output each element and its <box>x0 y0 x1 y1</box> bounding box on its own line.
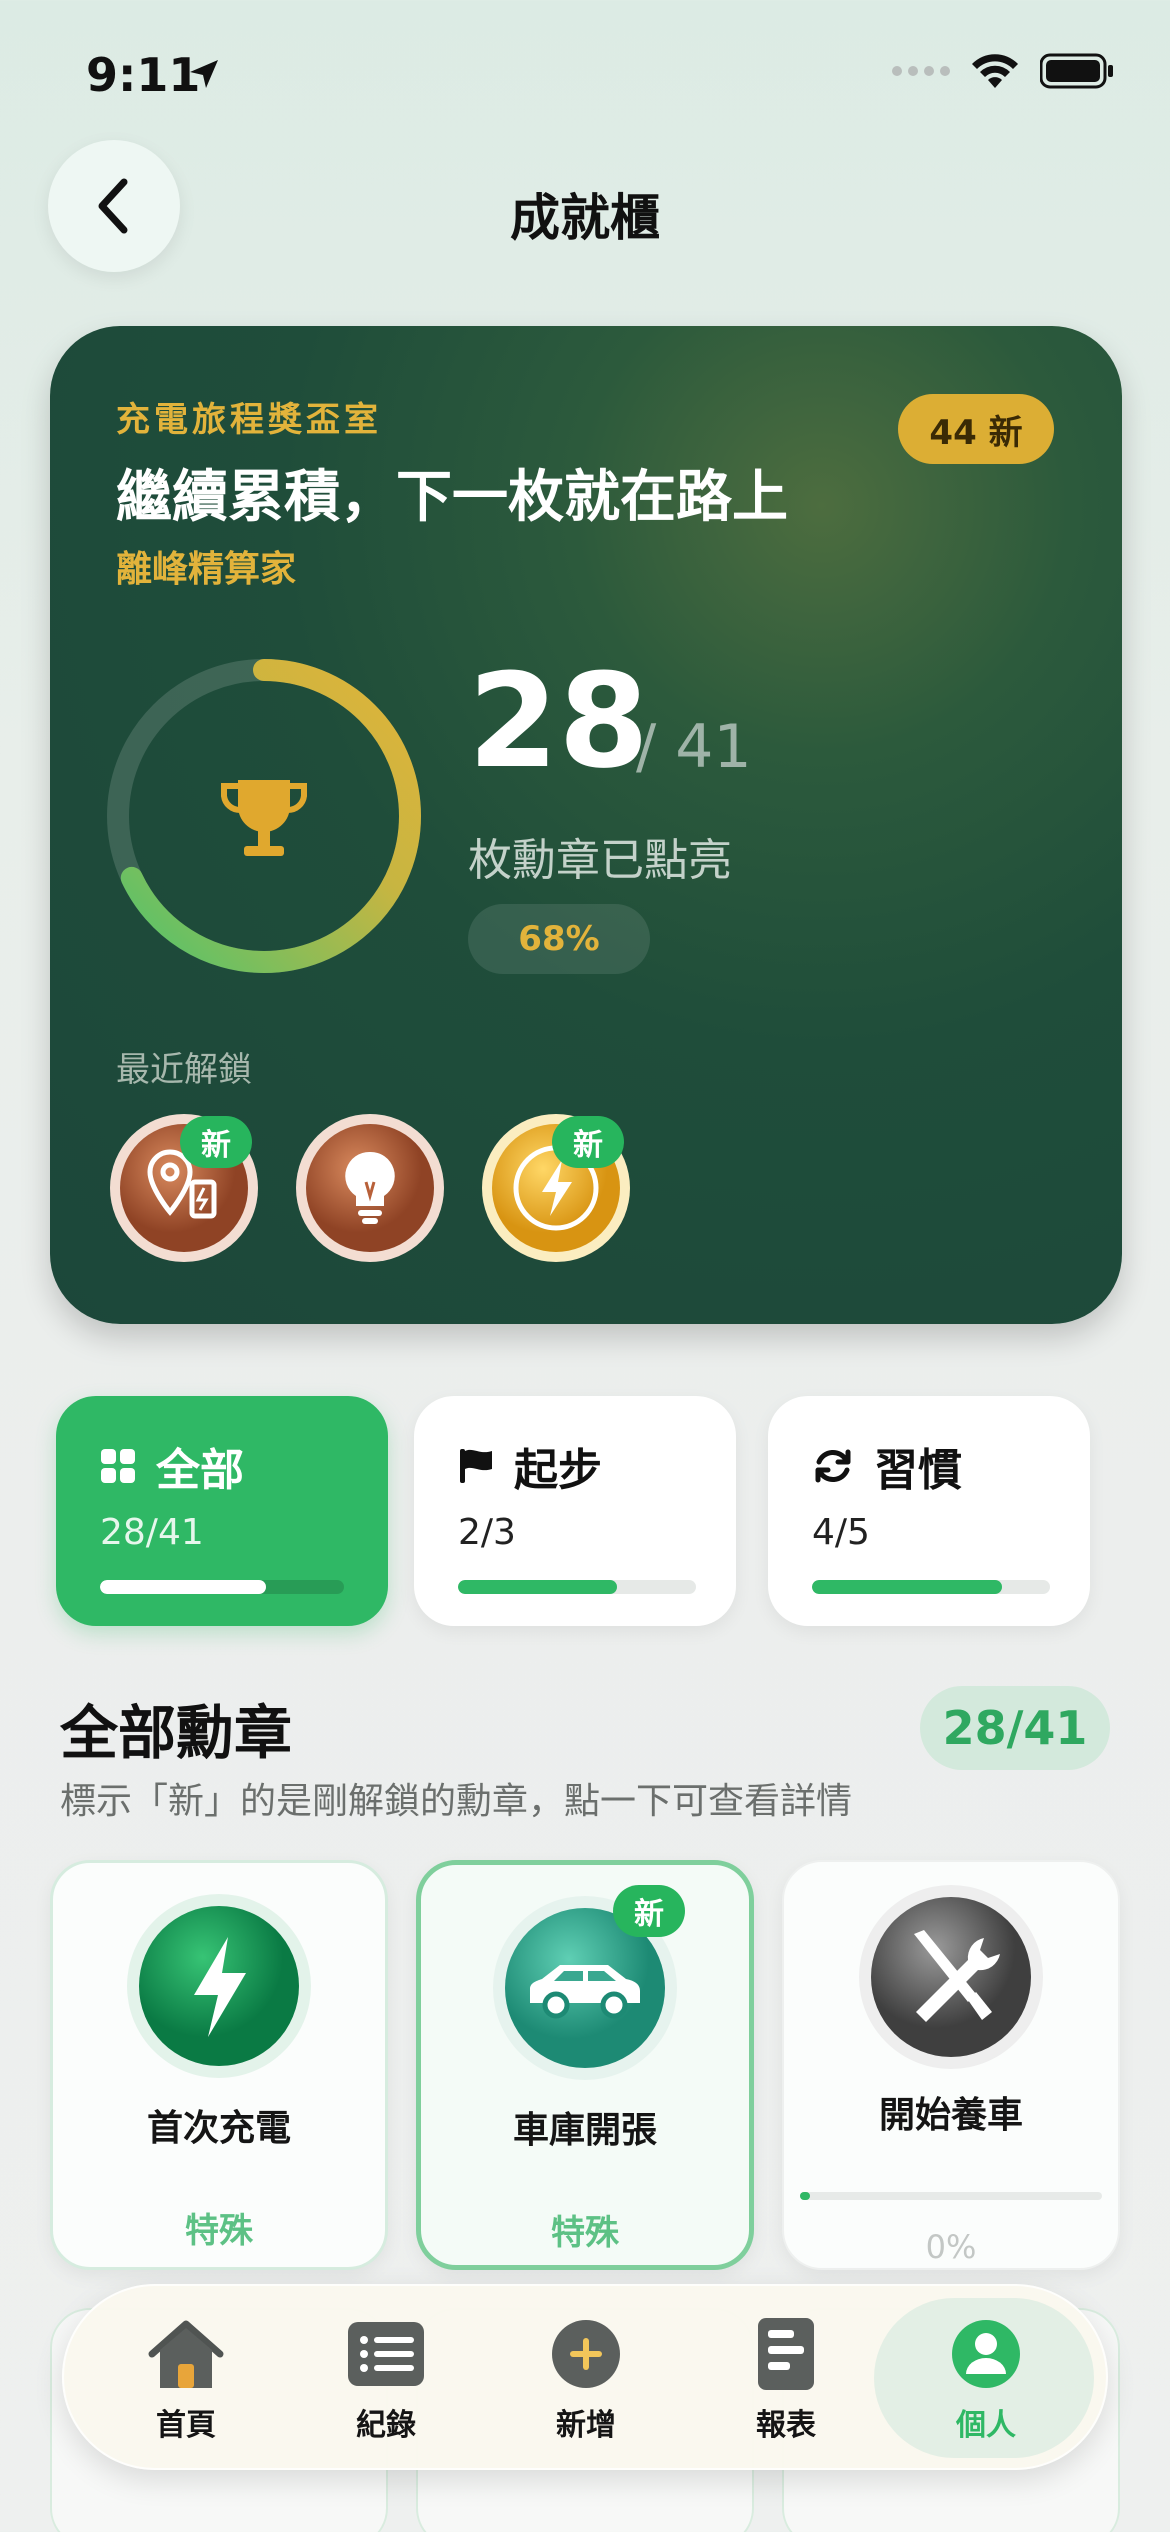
signal-icon <box>892 66 950 76</box>
section-title: 全部勳章 <box>60 1699 293 1767</box>
badge-card-start-maintenance[interactable]: 開始養車 0% <box>782 1860 1120 2270</box>
new-count-badge[interactable]: 44 新 <box>898 394 1054 464</box>
section-count-pill: 28/41 <box>920 1686 1110 1770</box>
location-arrow-icon <box>190 60 218 88</box>
grid-icon <box>101 1449 135 1483</box>
flag-icon <box>460 1449 492 1483</box>
filter-progress <box>100 1580 344 1594</box>
unlocked-label: 枚勳章已點亮 <box>468 835 732 886</box>
unlocked-count: 28 <box>468 645 649 797</box>
badge-category: 特殊 <box>551 2213 619 2253</box>
tab-home[interactable]: 首頁 <box>106 2316 266 2446</box>
filter-count: 28/41 <box>100 1512 204 1553</box>
filter-progress <box>458 1580 696 1594</box>
filter-tab-habit[interactable]: 習慣 4/5 <box>768 1396 1090 1626</box>
hero-title: 繼續累積，下一枚就在路上 <box>116 465 788 530</box>
filter-progress <box>812 1580 1050 1594</box>
badge-progress <box>800 2192 1102 2200</box>
new-tag: 新 <box>552 1116 624 1168</box>
badge-card-garage-open[interactable]: 新 車庫開張 特殊 <box>416 1860 754 2270</box>
tab-label: 紀錄 <box>356 2408 416 2443</box>
plus-circle-icon <box>552 2320 620 2388</box>
badge-category: 特殊 <box>185 2211 253 2251</box>
tab-label: 個人 <box>956 2408 1016 2443</box>
achievement-summary-card: 充電旅程獎盃室 繼續累積，下一枚就在路上 離峰精算家 44 新 28 / 41 … <box>50 326 1122 1324</box>
lightbulb-icon <box>296 1114 444 1262</box>
tab-reports[interactable]: 報表 <box>706 2316 866 2446</box>
recent-badge-location-charging[interactable]: 新 <box>108 1112 260 1264</box>
wifi-icon <box>972 54 1018 88</box>
tab-label: 報表 <box>756 2408 816 2443</box>
recent-badge-lightning[interactable]: 新 <box>480 1112 632 1264</box>
badge-name: 開始養車 <box>878 2095 1023 2136</box>
filter-count: 2/3 <box>458 1512 516 1553</box>
filter-label: 習慣 <box>874 1445 962 1496</box>
tab-label: 新增 <box>556 2408 616 2443</box>
lightning-icon <box>127 1894 311 2078</box>
percent-pill: 68% <box>468 904 650 974</box>
filter-tab-start[interactable]: 起步 2/3 <box>414 1396 736 1626</box>
tab-add[interactable]: 新增 <box>506 2316 666 2446</box>
status-time: 9:11 <box>86 48 201 102</box>
tab-profile[interactable]: 個人 <box>906 2316 1066 2446</box>
home-icon <box>148 2320 224 2388</box>
total-count: / 41 <box>636 712 752 782</box>
tab-label: 首頁 <box>156 2408 216 2443</box>
new-tag: 新 <box>180 1116 252 1168</box>
hero-honor-title: 離峰精算家 <box>116 549 297 590</box>
bottom-tab-bar: 首頁 紀錄 新增 報表 個人 <box>62 2284 1108 2470</box>
recent-badge-bulb[interactable] <box>294 1112 446 1264</box>
list-icon <box>348 2322 424 2386</box>
refresh-icon <box>815 1449 851 1483</box>
filter-label: 起步 <box>514 1445 602 1496</box>
report-icon <box>758 2318 814 2390</box>
person-icon <box>952 2320 1020 2388</box>
section-description: 標示「新」的是剛解鎖的勳章，點一下可查看詳情 <box>60 1781 853 1822</box>
badge-name: 首次充電 <box>146 2108 291 2149</box>
page-title: 成就櫃 <box>510 189 660 247</box>
status-indicators <box>892 52 1114 90</box>
badge-name: 車庫開張 <box>512 2110 657 2151</box>
new-tag: 新 <box>613 1885 685 1937</box>
hero-subtitle: 充電旅程獎盃室 <box>116 400 382 440</box>
recent-unlocks-label: 最近解鎖 <box>116 1050 252 1090</box>
battery-icon <box>1040 53 1113 89</box>
trophy-icon <box>221 780 307 856</box>
progress-ring <box>107 659 421 973</box>
badge-card-first-charge[interactable]: 首次充電 特殊 <box>50 1860 388 2270</box>
filter-tab-all[interactable]: 全部 28/41 <box>56 1396 388 1626</box>
badge-progress-percent: 0% <box>925 2228 977 2266</box>
tab-records[interactable]: 紀錄 <box>306 2316 466 2446</box>
wrench-screwdriver-icon <box>859 1885 1043 2069</box>
filter-count: 4/5 <box>812 1512 870 1553</box>
filter-label: 全部 <box>156 1445 244 1496</box>
